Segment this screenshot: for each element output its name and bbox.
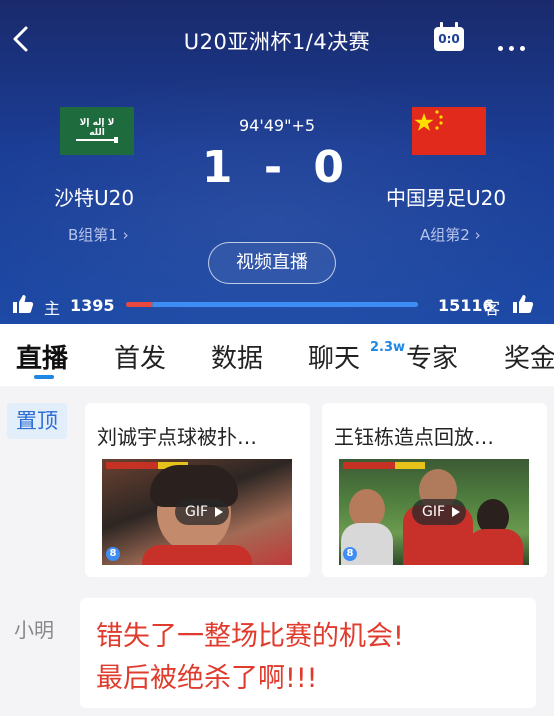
- tab-prizes[interactable]: 奖金: [504, 338, 554, 375]
- play-icon: [452, 507, 460, 517]
- tab-stats[interactable]: 数据: [211, 338, 263, 375]
- tab-chat[interactable]: 聊天: [308, 338, 360, 375]
- home-team-rank[interactable]: B组第1 ›: [68, 224, 129, 245]
- pinned-label: 置顶: [7, 403, 67, 439]
- more-icon[interactable]: [498, 36, 534, 51]
- tab-lineup[interactable]: 首发: [114, 338, 166, 375]
- comment-text: 错失了一整场比赛的机会! 最后被绝杀了啊!!!: [96, 621, 404, 694]
- match-clock: 94'49"+5: [238, 116, 316, 135]
- scoreboard-icon[interactable]: 0:0: [434, 22, 466, 52]
- broadcaster-logo-icon: 8: [106, 547, 120, 561]
- support-ratio-bar: [126, 302, 418, 307]
- highlight-title: 刘诚宇点球被扑…: [97, 425, 257, 449]
- tab-experts[interactable]: 专家: [406, 338, 458, 375]
- page-title: U20亚洲杯1/4决赛: [183, 30, 371, 54]
- home-support-thumb-icon[interactable]: [12, 294, 34, 314]
- highlight-title: 王钰栋造点回放…: [334, 425, 494, 449]
- active-tab-indicator: [34, 375, 54, 379]
- match-header: U20亚洲杯1/4决赛 0:0 لا إله إلا الله 沙特U20 B组…: [0, 0, 554, 324]
- home-label: 主: [44, 299, 61, 318]
- broadcaster-logo-icon: 8: [343, 547, 357, 561]
- gif-badge: GIF: [412, 499, 466, 525]
- gif-badge: GIF: [175, 499, 229, 525]
- away-label: 客: [484, 299, 501, 318]
- highlight-gif[interactable]: GIF 8: [102, 459, 292, 565]
- live-video-button[interactable]: 视频直播: [208, 242, 336, 284]
- comment-author[interactable]: 小明: [14, 614, 54, 643]
- away-support-fill: [153, 302, 418, 307]
- home-support-count: 1395: [70, 296, 115, 315]
- highlight-card[interactable]: 刘诚宇点球被扑… GIF 8: [85, 403, 310, 577]
- chat-count-badge: 2.3w: [370, 340, 406, 355]
- tab-bar: 直播 首发 数据 聊天 2.3w 专家 奖金: [0, 324, 554, 386]
- play-icon: [215, 507, 223, 517]
- comment-bubble[interactable]: 错失了一整场比赛的机会! 最后被绝杀了啊!!!: [80, 598, 536, 708]
- match-score: 1 - 0: [201, 142, 353, 193]
- scoreboard-icon-text: 0:0: [434, 27, 464, 51]
- away-team-rank[interactable]: A组第2 ›: [420, 224, 481, 245]
- away-support-thumb-icon[interactable]: [512, 294, 534, 314]
- highlight-gif[interactable]: GIF 8: [339, 459, 529, 565]
- tab-live[interactable]: 直播: [16, 338, 68, 375]
- highlight-card[interactable]: 王钰栋造点回放… GIF 8: [322, 403, 547, 577]
- home-support-fill: [126, 302, 151, 307]
